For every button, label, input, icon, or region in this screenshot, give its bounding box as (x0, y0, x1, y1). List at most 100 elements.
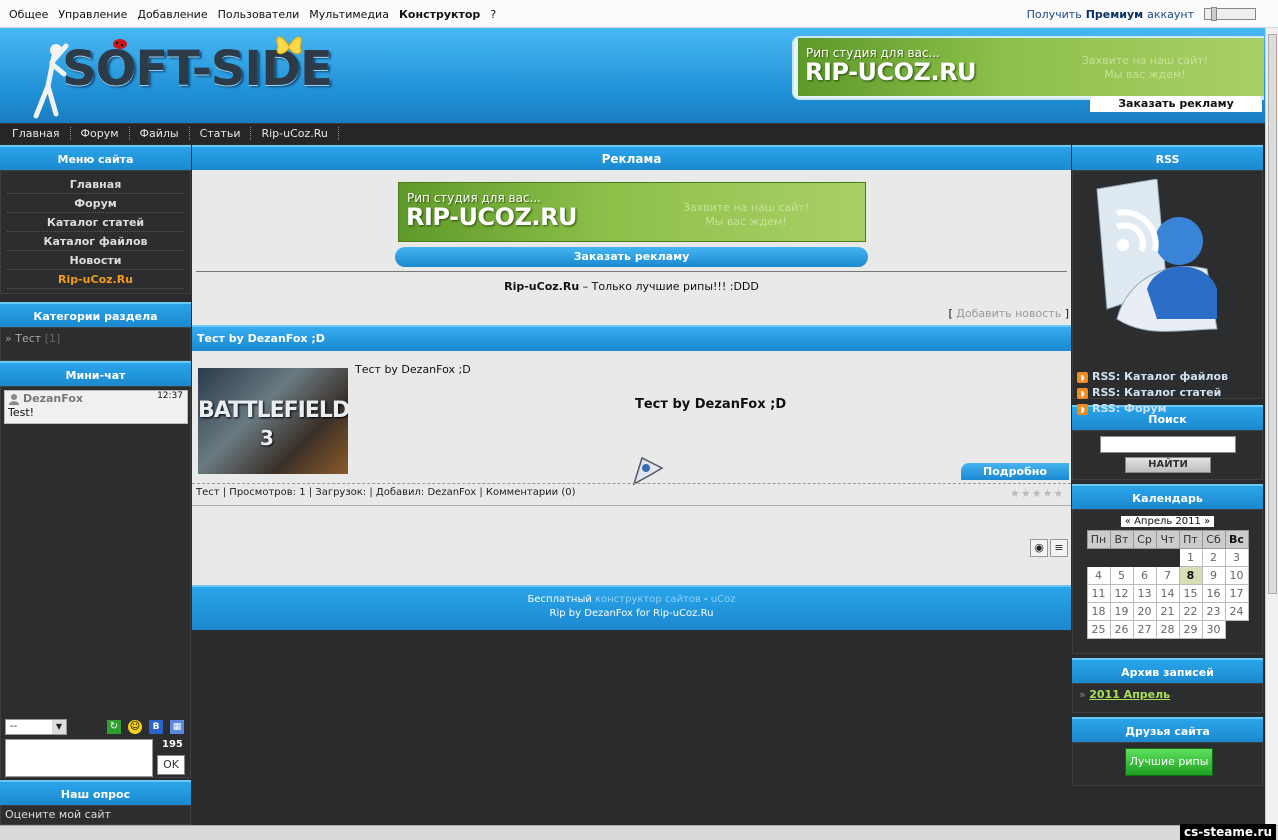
admin-menu-add[interactable]: Добавление (137, 8, 207, 21)
header-order-ad-button[interactable]: Заказать рекламу (1090, 96, 1262, 112)
calendar-day: 29 (1178, 620, 1203, 639)
calendar-day: 10 (1224, 566, 1249, 585)
calendar-month: « Апрель 2011 » (1073, 516, 1262, 529)
site-tagline: Rip-uCoz.Ru – Только лучшие рипы!!! :DDD (192, 280, 1071, 293)
nav-files[interactable]: Файлы (130, 127, 190, 140)
friends-best-rips-button[interactable]: Лучшие рипы (1125, 748, 1213, 776)
nav-ripucoz[interactable]: Rip-uCoz.Ru (251, 127, 339, 140)
friends-box: Лучшие рипы (1072, 742, 1263, 786)
rss-link-files[interactable]: ◗ RSS: Каталог файлов (1077, 370, 1261, 386)
calendar-day: 19 (1109, 602, 1134, 621)
weekday: Пт (1178, 530, 1203, 549)
menu-item-news[interactable]: Новости (7, 251, 184, 270)
nav-forum[interactable]: Форум (71, 127, 130, 140)
calendar-day: 1 (1178, 548, 1203, 567)
friends-title: Друзья сайта (1072, 717, 1263, 742)
admin-menu-media[interactable]: Мультимедиа (309, 8, 389, 21)
search-button[interactable]: НАЙТИ (1125, 457, 1211, 473)
chat-select[interactable]: -- ▼ (5, 719, 67, 735)
ad-section-title: Реклама (192, 145, 1071, 170)
smiley-icon[interactable]: ☺ (128, 720, 142, 734)
chat-char-counter: 195 (162, 739, 183, 750)
butterfly-icon (276, 36, 302, 55)
header-ad-faint-1: Захвите на наш сайт! (1081, 54, 1209, 67)
admin-menu-manage[interactable]: Управление (58, 8, 127, 21)
rating-stars-icon[interactable]: ★★★★★ (1010, 487, 1064, 500)
chat-message-input[interactable] (5, 739, 153, 777)
rss-link-forum[interactable]: ◗ RSS: Форум (1077, 402, 1261, 418)
menu-item-articles[interactable]: Каталог статей (7, 213, 184, 232)
calendar-month-label[interactable]: « Апрель 2011 » (1120, 516, 1215, 527)
footer-line-1: Бесплатный конструктор сайтов - uCoz (192, 593, 1071, 607)
calendar-day: 5 (1109, 566, 1134, 585)
footer-ucoz-link[interactable]: uCoz (711, 594, 736, 605)
calendar-day: 9 (1201, 566, 1226, 585)
toolbar-slider[interactable] (1204, 7, 1256, 21)
post-title[interactable]: Тест by DezanFox ;D (192, 325, 1071, 351)
add-news-text: Добавить новость (956, 307, 1062, 320)
chevron-down-icon[interactable]: ▼ (52, 720, 66, 734)
calendar-day: 28 (1155, 620, 1180, 639)
ladybug-icon (113, 39, 127, 49)
footer-constructor-link[interactable]: конструктор сайтов (595, 594, 701, 605)
read-more-button[interactable]: Подробно (961, 463, 1069, 480)
search-input[interactable] (1100, 436, 1236, 453)
archive-box: » 2011 Апрель (1072, 683, 1263, 713)
post-separator (192, 483, 1071, 484)
menu-item-files[interactable]: Каталог файлов (7, 232, 184, 251)
weekday: Пн (1086, 530, 1111, 549)
archive-arrow-icon: » (1079, 688, 1086, 701)
left-sidebar: Меню сайта Главная Форум Каталог статей … (0, 145, 191, 835)
calendar-empty (1086, 548, 1111, 567)
tagline-rest: – Только лучшие рипы!!! :DDD (579, 280, 759, 293)
header-ad-banner[interactable]: Рип студия для вас... RIP-UCOZ.RU Захвит… (798, 38, 1264, 96)
admin-menu-general[interactable]: Общее (9, 8, 48, 21)
bbcode-icon[interactable]: B (149, 720, 163, 734)
chat-time: 12:37 (157, 391, 183, 401)
admin-menu-constructor[interactable]: Конструктор (399, 8, 480, 21)
rss-link-articles[interactable]: ◗ RSS: Каталог статей (1077, 386, 1261, 402)
chat-username[interactable]: DezanFox (23, 392, 83, 405)
weekday: Вт (1109, 530, 1134, 549)
weekday: Ср (1132, 530, 1157, 549)
rss-feed-icon: ◗ (1077, 404, 1088, 415)
categories-box: » Тест [1] (0, 327, 191, 361)
calendar-day: 4 (1086, 566, 1111, 585)
admin-menu-users[interactable]: Пользователи (218, 8, 300, 21)
toolbar-icon[interactable]: ▦ (170, 720, 184, 734)
calendar-day-today[interactable]: 8 (1178, 566, 1203, 585)
footer: Бесплатный конструктор сайтов - uCoz Rip… (192, 585, 1071, 630)
center-order-ad-button[interactable]: Заказать рекламу (395, 247, 868, 267)
chat-ok-button[interactable]: OK (157, 755, 185, 775)
calendar-day: 3 (1224, 548, 1249, 567)
center-ad-faint-2: Мы вас ждем! (705, 215, 787, 228)
calendar-day: 22 (1178, 602, 1203, 621)
admin-menu-help[interactable]: ? (490, 8, 496, 21)
premium-link[interactable]: Получить Премиум аккаунт (1027, 0, 1194, 28)
browser-statusbar (0, 825, 1278, 840)
category-link[interactable]: Тест (15, 332, 41, 345)
vertical-scrollbar[interactable] (1265, 28, 1278, 825)
eye-icon[interactable]: ◉ (1030, 539, 1048, 557)
scrollbar-thumb[interactable] (1268, 34, 1277, 594)
calendar-day: 30 (1201, 620, 1226, 639)
watermark: cs-steame.ru (1179, 824, 1276, 840)
calendar-day: 25 (1086, 620, 1111, 639)
premium-bold: Премиум (1085, 7, 1144, 21)
calendar-day: 24 (1224, 602, 1249, 621)
footer-line-2: Rip by DezanFox for Rip-uCoz.Ru (549, 608, 714, 619)
list-icon[interactable]: ≡ (1050, 539, 1068, 557)
calendar-day: 11 (1086, 584, 1111, 603)
refresh-icon[interactable]: ↻ (107, 720, 121, 734)
calendar-empty (1132, 548, 1157, 567)
slider-handle[interactable] (1211, 7, 1217, 21)
nav-home[interactable]: Главная (2, 127, 71, 140)
center-ad-banner[interactable]: Рип студия для вас... RIP-UCOZ.RU Захвит… (398, 182, 866, 242)
menu-item-ripucoz[interactable]: Rip-uCoz.Ru (7, 270, 184, 289)
add-news-link[interactable]: [ Добавить новость ] (948, 307, 1069, 320)
menu-item-home[interactable]: Главная (7, 175, 184, 194)
menu-item-forum[interactable]: Форум (7, 194, 184, 213)
post-image[interactable]: BATTLEFIELD 3 (198, 368, 348, 474)
archive-link[interactable]: 2011 Апрель (1089, 688, 1170, 701)
nav-articles[interactable]: Статьи (190, 127, 252, 140)
